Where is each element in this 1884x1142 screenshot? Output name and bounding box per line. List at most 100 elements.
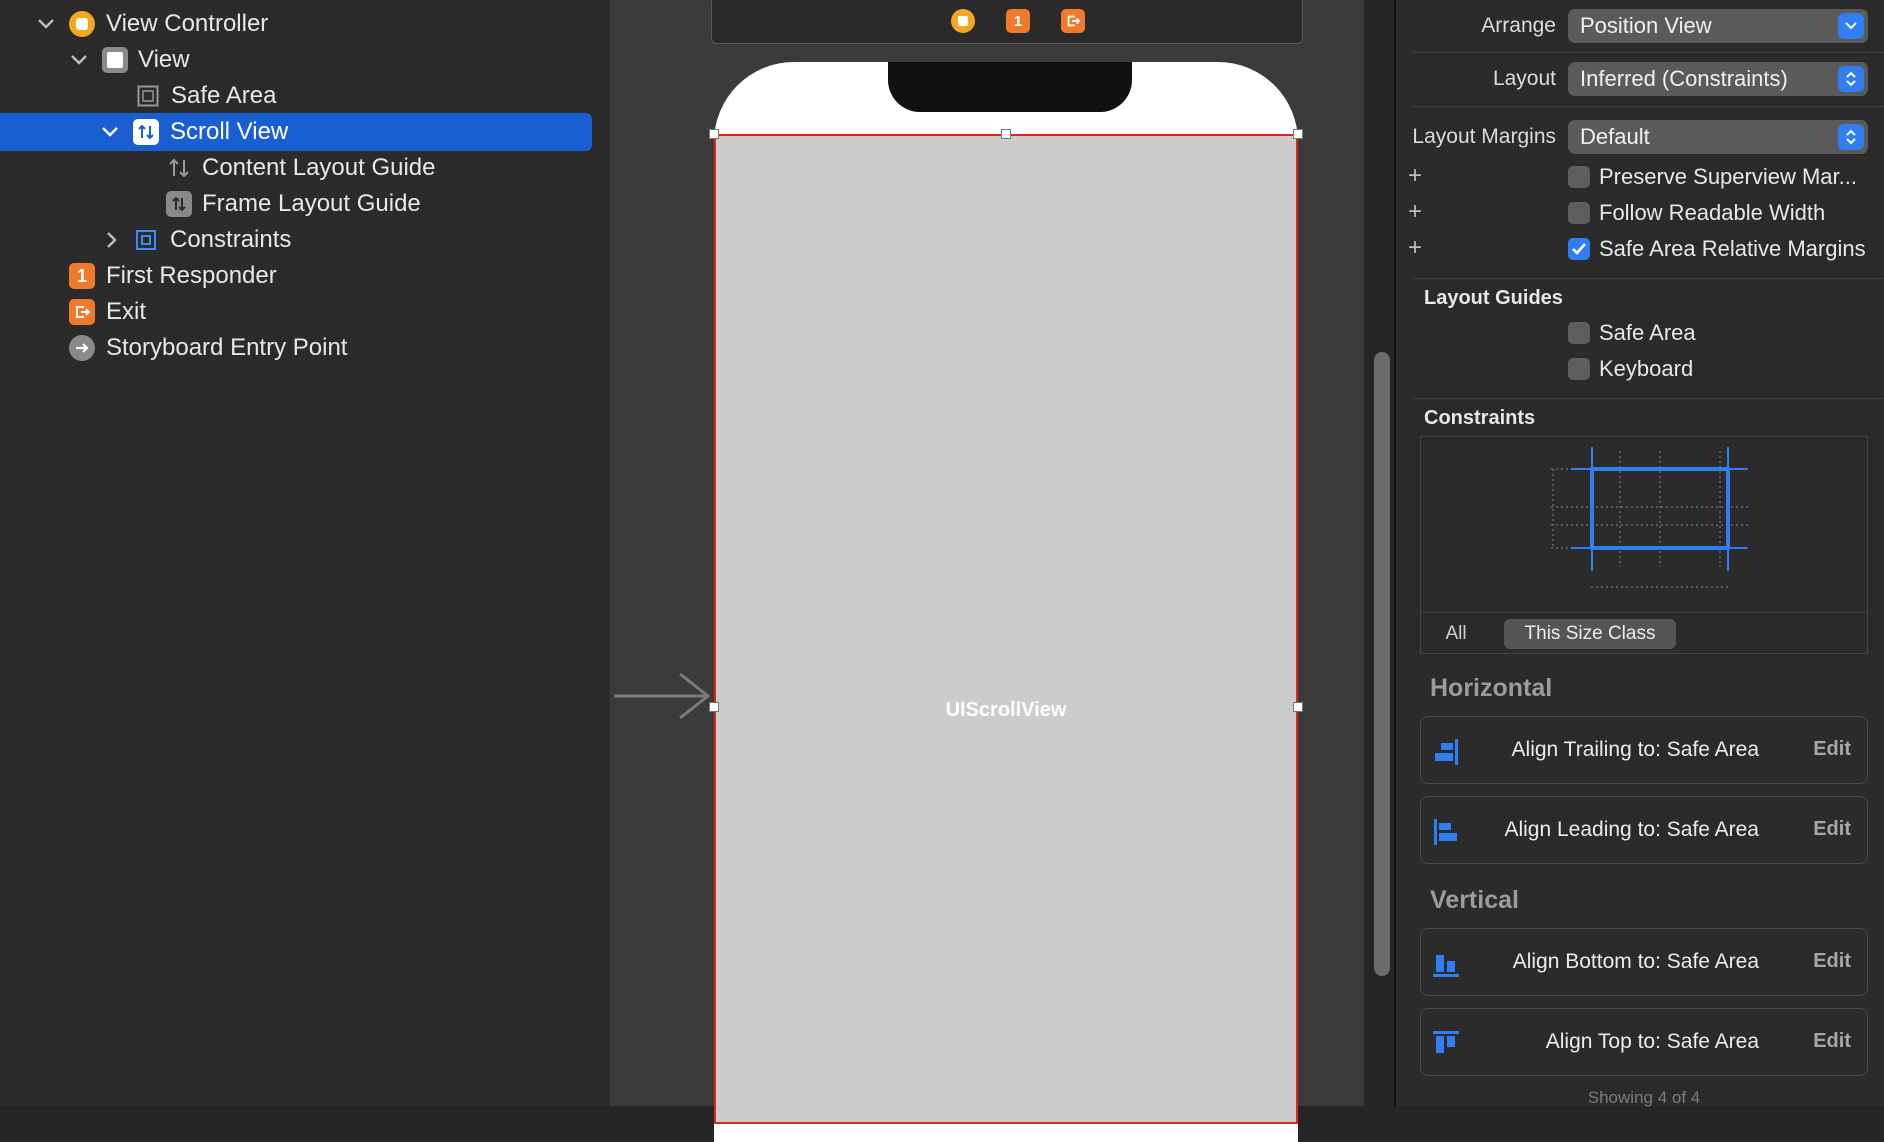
constraint-row[interactable]: Align Top to: Safe Area Edit bbox=[1420, 1008, 1868, 1076]
plus-icon[interactable]: + bbox=[1408, 162, 1422, 190]
layout-guides-header: Layout Guides bbox=[1424, 287, 1563, 309]
layout-margins-label: Layout Margins bbox=[1412, 125, 1556, 148]
layout-value: Inferred (Constraints) bbox=[1580, 66, 1788, 91]
scene-dock: 1 bbox=[711, 0, 1303, 44]
outline-item-content-layout-guide[interactable]: Content Layout Guide bbox=[0, 150, 592, 186]
entry-point-icon bbox=[69, 335, 95, 361]
view-icon bbox=[102, 47, 128, 73]
exit-icon[interactable] bbox=[1061, 9, 1085, 33]
constraint-label: Align Trailing to: Safe Area bbox=[1511, 738, 1759, 761]
content-layout-guide-icon bbox=[166, 155, 192, 181]
outline-item-label: View Controller bbox=[106, 10, 269, 37]
outline-item-exit[interactable]: Exit bbox=[0, 294, 592, 330]
edit-button[interactable]: Edit bbox=[1813, 797, 1851, 861]
outline-item-view-controller[interactable]: View Controller bbox=[0, 6, 592, 42]
stepper-icon bbox=[1838, 124, 1864, 150]
chevron-down-icon[interactable] bbox=[99, 121, 121, 143]
layout-margins-value: Default bbox=[1580, 124, 1650, 149]
edit-button[interactable]: Edit bbox=[1813, 929, 1851, 993]
align-bottom-icon bbox=[1433, 955, 1459, 977]
exit-icon bbox=[69, 299, 95, 325]
outline-item-constraints[interactable]: Constraints bbox=[0, 222, 592, 258]
segment-all[interactable]: All bbox=[1436, 619, 1476, 649]
outline-item-label: Scroll View bbox=[170, 118, 289, 145]
resize-handle[interactable] bbox=[1293, 129, 1303, 139]
constraints-count: Showing 4 of 4 bbox=[1587, 1088, 1701, 1107]
outline-item-storyboard-entry-point[interactable]: Storyboard Entry Point bbox=[0, 330, 592, 366]
constraints-diagram-graphic bbox=[1551, 447, 1751, 588]
divider bbox=[1412, 106, 1884, 107]
scroll-view-label: UIScrollView bbox=[945, 699, 1067, 721]
scroll-view-icon bbox=[133, 119, 159, 145]
align-top-icon bbox=[1433, 1031, 1459, 1053]
stepper-icon bbox=[1838, 66, 1864, 92]
constraints-icon bbox=[133, 227, 159, 253]
constraint-row[interactable]: Align Bottom to: Safe Area Edit bbox=[1420, 928, 1868, 996]
safe-area-guide-checkbox[interactable] bbox=[1568, 322, 1590, 344]
arrange-popup[interactable]: Position View bbox=[1568, 9, 1868, 43]
outline-item-label: Exit bbox=[106, 298, 147, 325]
resize-handle[interactable] bbox=[709, 129, 719, 139]
checkmark-icon bbox=[1572, 243, 1586, 255]
outline-item-frame-layout-guide[interactable]: Frame Layout Guide bbox=[0, 186, 592, 222]
align-trailing-icon bbox=[1435, 739, 1458, 765]
constraint-row[interactable]: Align Trailing to: Safe Area Edit bbox=[1420, 716, 1868, 784]
resize-handle[interactable] bbox=[1293, 702, 1303, 712]
checkbox-label: Follow Readable Width bbox=[1599, 200, 1826, 225]
size-class-segments: All This Size Class bbox=[1420, 612, 1868, 655]
horizontal-header: Horizontal bbox=[1430, 674, 1553, 702]
safe-area-icon bbox=[135, 83, 161, 109]
resize-handle[interactable] bbox=[1001, 129, 1011, 139]
canvas-scrollbar[interactable] bbox=[1374, 352, 1390, 976]
outline-item-label: Storyboard Entry Point bbox=[106, 334, 348, 361]
edit-button[interactable]: Edit bbox=[1813, 717, 1851, 781]
outline-item-label: Safe Area bbox=[171, 82, 277, 109]
vertical-header: Vertical bbox=[1430, 886, 1519, 914]
safe-area-relative-margins-checkbox[interactable] bbox=[1568, 238, 1590, 260]
checkbox-label: Safe Area bbox=[1599, 320, 1696, 345]
storyboard-canvas[interactable]: 1 UIScrollView bbox=[610, 0, 1390, 1142]
divider bbox=[1412, 52, 1884, 53]
divider bbox=[1412, 278, 1884, 279]
plus-icon[interactable]: + bbox=[1408, 234, 1422, 262]
outline-item-view[interactable]: View bbox=[0, 42, 592, 78]
size-inspector: Arrange Position View Layout Inferred (C… bbox=[1396, 0, 1884, 1107]
arrange-label: Arrange bbox=[1481, 14, 1556, 37]
divider bbox=[1412, 398, 1884, 399]
chevron-right-icon[interactable] bbox=[101, 229, 123, 251]
layout-margins-popup[interactable]: Default bbox=[1568, 120, 1868, 154]
frame-layout-guide-icon bbox=[166, 191, 192, 217]
first-responder-icon[interactable]: 1 bbox=[1006, 9, 1030, 33]
checkbox-label: Keyboard bbox=[1599, 356, 1694, 381]
align-leading-icon bbox=[1434, 819, 1457, 845]
constraint-label: Align Bottom to: Safe Area bbox=[1512, 950, 1759, 973]
device-notch bbox=[888, 62, 1132, 112]
checkbox-label: Safe Area Relative Margins bbox=[1599, 236, 1866, 261]
plus-icon[interactable]: + bbox=[1408, 198, 1422, 226]
outline-item-safe-area[interactable]: Safe Area bbox=[0, 78, 592, 114]
outline-item-label: Content Layout Guide bbox=[202, 154, 436, 181]
outline-item-label: Constraints bbox=[170, 226, 292, 253]
preserve-superview-margins-checkbox[interactable] bbox=[1568, 166, 1590, 188]
follow-readable-width-checkbox[interactable] bbox=[1568, 202, 1590, 224]
outline-item-scroll-view[interactable]: Scroll View bbox=[0, 114, 592, 150]
scroll-view[interactable]: UIScrollView bbox=[714, 134, 1298, 1124]
entry-point-arrow-icon[interactable] bbox=[610, 670, 714, 728]
view-controller-icon[interactable] bbox=[951, 9, 975, 33]
constraint-row[interactable]: Align Leading to: Safe Area Edit bbox=[1420, 796, 1868, 864]
layout-label: Layout bbox=[1492, 67, 1556, 90]
outline-item-first-responder[interactable]: 1 First Responder bbox=[0, 258, 592, 294]
arrange-value: Position View bbox=[1580, 13, 1712, 38]
chevron-down-icon[interactable] bbox=[68, 49, 90, 71]
chevron-down-icon bbox=[1838, 13, 1864, 39]
constraint-label: Align Leading to: Safe Area bbox=[1504, 818, 1759, 841]
outline-item-label: First Responder bbox=[106, 262, 277, 289]
segment-this-size-class[interactable]: This Size Class bbox=[1504, 619, 1676, 649]
keyboard-guide-checkbox[interactable] bbox=[1568, 358, 1590, 380]
outline-item-label: Frame Layout Guide bbox=[202, 190, 421, 217]
edit-button[interactable]: Edit bbox=[1813, 1009, 1851, 1073]
layout-popup[interactable]: Inferred (Constraints) bbox=[1568, 62, 1868, 96]
constraint-label: Align Top to: Safe Area bbox=[1545, 1030, 1759, 1053]
first-responder-icon: 1 bbox=[69, 263, 95, 289]
chevron-down-icon[interactable] bbox=[35, 13, 57, 35]
